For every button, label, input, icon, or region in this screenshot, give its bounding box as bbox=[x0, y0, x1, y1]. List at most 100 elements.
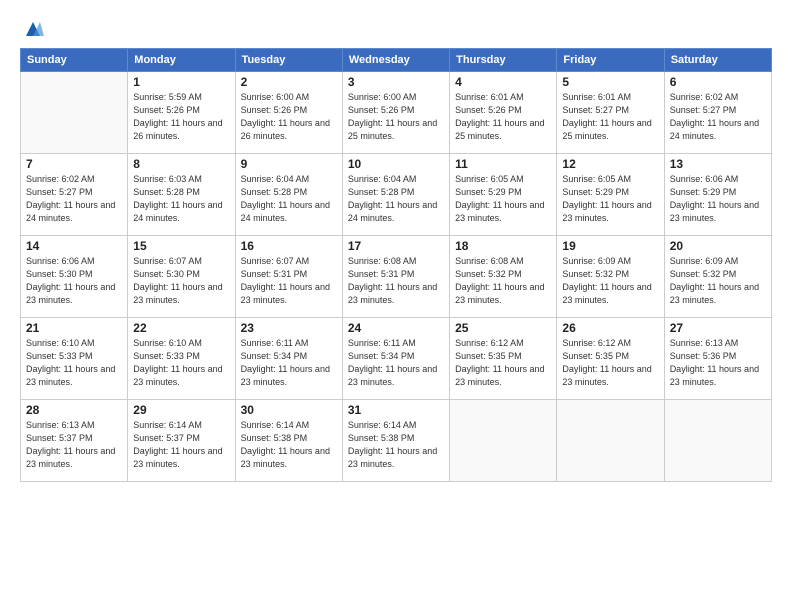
calendar-cell: 1Sunrise: 5:59 AMSunset: 5:26 PMDaylight… bbox=[128, 72, 235, 154]
day-info: Sunrise: 6:07 AMSunset: 5:30 PMDaylight:… bbox=[133, 255, 229, 307]
day-info: Sunrise: 6:11 AMSunset: 5:34 PMDaylight:… bbox=[348, 337, 444, 389]
day-info: Sunrise: 6:12 AMSunset: 5:35 PMDaylight:… bbox=[562, 337, 658, 389]
day-number: 8 bbox=[133, 157, 229, 171]
day-number: 5 bbox=[562, 75, 658, 89]
calendar-cell: 15 Sunrise: 6:07 AMSunset: 5:30 PMDayligh… bbox=[128, 236, 235, 318]
calendar-cell: 14 Sunrise: 6:06 AMSunset: 5:30 PMDayligh… bbox=[21, 236, 128, 318]
day-info: Sunrise: 6:00 AMSunset: 5:26 PMDaylight:… bbox=[241, 91, 337, 143]
header-row: SundayMondayTuesdayWednesdayThursdayFrid… bbox=[21, 49, 772, 72]
calendar-cell: 7Sunrise: 6:02 AMSunset: 5:27 PMDaylight… bbox=[21, 154, 128, 236]
day-info: Sunrise: 6:09 AMSunset: 5:32 PMDaylight:… bbox=[670, 255, 766, 307]
day-number: 29 bbox=[133, 403, 229, 417]
calendar-cell: 17 Sunrise: 6:08 AMSunset: 5:31 PMDayligh… bbox=[342, 236, 449, 318]
calendar-cell: 31 Sunrise: 6:14 AMSunset: 5:38 PMDayligh… bbox=[342, 400, 449, 482]
calendar-cell bbox=[450, 400, 557, 482]
calendar-cell: 21 Sunrise: 6:10 AMSunset: 5:33 PMDayligh… bbox=[21, 318, 128, 400]
day-number: 14 bbox=[26, 239, 122, 253]
calendar-cell: 12 Sunrise: 6:05 AMSunset: 5:29 PMDayligh… bbox=[557, 154, 664, 236]
day-info: Sunrise: 6:10 AMSunset: 5:33 PMDaylight:… bbox=[26, 337, 122, 389]
day-number: 10 bbox=[348, 157, 444, 171]
calendar-cell: 9 Sunrise: 6:04 AMSunset: 5:28 PMDaylight… bbox=[235, 154, 342, 236]
day-info: Sunrise: 6:14 AMSunset: 5:38 PMDaylight:… bbox=[241, 419, 337, 471]
day-number: 21 bbox=[26, 321, 122, 335]
calendar-cell bbox=[557, 400, 664, 482]
day-number: 9 bbox=[241, 157, 337, 171]
calendar-cell: 2 Sunrise: 6:00 AMSunset: 5:26 PMDaylight… bbox=[235, 72, 342, 154]
day-info: Sunrise: 6:03 AMSunset: 5:28 PMDaylight:… bbox=[133, 173, 229, 225]
day-info: Sunrise: 6:02 AMSunset: 5:27 PMDaylight:… bbox=[26, 173, 122, 225]
day-info: Sunrise: 6:06 AMSunset: 5:30 PMDaylight:… bbox=[26, 255, 122, 307]
day-number: 15 bbox=[133, 239, 229, 253]
calendar-cell: 30Sunrise: 6:14 AMSunset: 5:38 PMDayligh… bbox=[235, 400, 342, 482]
col-header-saturday: Saturday bbox=[664, 49, 771, 72]
day-info: Sunrise: 6:08 AMSunset: 5:31 PMDaylight:… bbox=[348, 255, 444, 307]
calendar-cell: 8 Sunrise: 6:03 AMSunset: 5:28 PMDaylight… bbox=[128, 154, 235, 236]
day-info: Sunrise: 6:06 AMSunset: 5:29 PMDaylight:… bbox=[670, 173, 766, 225]
day-number: 23 bbox=[241, 321, 337, 335]
day-info: Sunrise: 6:02 AMSunset: 5:27 PMDaylight:… bbox=[670, 91, 766, 143]
day-info: Sunrise: 6:05 AMSunset: 5:29 PMDaylight:… bbox=[455, 173, 551, 225]
day-info: Sunrise: 6:05 AMSunset: 5:29 PMDaylight:… bbox=[562, 173, 658, 225]
week-row-5: 28Sunrise: 6:13 AMSunset: 5:37 PMDayligh… bbox=[21, 400, 772, 482]
day-info: Sunrise: 6:07 AMSunset: 5:31 PMDaylight:… bbox=[241, 255, 337, 307]
day-number: 24 bbox=[348, 321, 444, 335]
calendar-cell: 13 Sunrise: 6:06 AMSunset: 5:29 PMDayligh… bbox=[664, 154, 771, 236]
calendar-cell: 10 Sunrise: 6:04 AMSunset: 5:28 PMDayligh… bbox=[342, 154, 449, 236]
calendar-cell: 5Sunrise: 6:01 AMSunset: 5:27 PMDaylight… bbox=[557, 72, 664, 154]
week-row-1: 1Sunrise: 5:59 AMSunset: 5:26 PMDaylight… bbox=[21, 72, 772, 154]
day-number: 4 bbox=[455, 75, 551, 89]
day-number: 3 bbox=[348, 75, 444, 89]
day-number: 11 bbox=[455, 157, 551, 171]
logo-icon bbox=[22, 18, 44, 40]
calendar-cell bbox=[664, 400, 771, 482]
col-header-wednesday: Wednesday bbox=[342, 49, 449, 72]
day-info: Sunrise: 6:01 AMSunset: 5:26 PMDaylight:… bbox=[455, 91, 551, 143]
calendar-cell: 27Sunrise: 6:13 AMSunset: 5:36 PMDayligh… bbox=[664, 318, 771, 400]
col-header-tuesday: Tuesday bbox=[235, 49, 342, 72]
calendar-cell bbox=[21, 72, 128, 154]
day-number: 12 bbox=[562, 157, 658, 171]
day-number: 22 bbox=[133, 321, 229, 335]
week-row-2: 7Sunrise: 6:02 AMSunset: 5:27 PMDaylight… bbox=[21, 154, 772, 236]
calendar-cell: 11 Sunrise: 6:05 AMSunset: 5:29 PMDayligh… bbox=[450, 154, 557, 236]
day-info: Sunrise: 6:04 AMSunset: 5:28 PMDaylight:… bbox=[348, 173, 444, 225]
day-info: Sunrise: 6:12 AMSunset: 5:35 PMDaylight:… bbox=[455, 337, 551, 389]
calendar-cell: 28Sunrise: 6:13 AMSunset: 5:37 PMDayligh… bbox=[21, 400, 128, 482]
day-number: 26 bbox=[562, 321, 658, 335]
col-header-sunday: Sunday bbox=[21, 49, 128, 72]
day-number: 16 bbox=[241, 239, 337, 253]
calendar-table: SundayMondayTuesdayWednesdayThursdayFrid… bbox=[20, 48, 772, 482]
day-info: Sunrise: 6:10 AMSunset: 5:33 PMDaylight:… bbox=[133, 337, 229, 389]
col-header-friday: Friday bbox=[557, 49, 664, 72]
calendar-cell: 4 Sunrise: 6:01 AMSunset: 5:26 PMDaylight… bbox=[450, 72, 557, 154]
calendar-cell: 20 Sunrise: 6:09 AMSunset: 5:32 PMDayligh… bbox=[664, 236, 771, 318]
col-header-thursday: Thursday bbox=[450, 49, 557, 72]
day-info: Sunrise: 6:04 AMSunset: 5:28 PMDaylight:… bbox=[241, 173, 337, 225]
calendar-cell: 25 Sunrise: 6:12 AMSunset: 5:35 PMDayligh… bbox=[450, 318, 557, 400]
day-info: Sunrise: 6:08 AMSunset: 5:32 PMDaylight:… bbox=[455, 255, 551, 307]
calendar-cell: 24 Sunrise: 6:11 AMSunset: 5:34 PMDayligh… bbox=[342, 318, 449, 400]
calendar-cell: 29 Sunrise: 6:14 AMSunset: 5:37 PMDayligh… bbox=[128, 400, 235, 482]
col-header-monday: Monday bbox=[128, 49, 235, 72]
calendar-cell: 23 Sunrise: 6:11 AMSunset: 5:34 PMDayligh… bbox=[235, 318, 342, 400]
day-number: 31 bbox=[348, 403, 444, 417]
day-number: 25 bbox=[455, 321, 551, 335]
day-number: 27 bbox=[670, 321, 766, 335]
calendar-cell: 26 Sunrise: 6:12 AMSunset: 5:35 PMDayligh… bbox=[557, 318, 664, 400]
day-info: Sunrise: 6:09 AMSunset: 5:32 PMDaylight:… bbox=[562, 255, 658, 307]
day-number: 13 bbox=[670, 157, 766, 171]
day-info: Sunrise: 6:00 AMSunset: 5:26 PMDaylight:… bbox=[348, 91, 444, 143]
calendar-cell: 19Sunrise: 6:09 AMSunset: 5:32 PMDayligh… bbox=[557, 236, 664, 318]
header bbox=[20, 18, 772, 40]
day-info: Sunrise: 6:11 AMSunset: 5:34 PMDaylight:… bbox=[241, 337, 337, 389]
calendar-cell: 3 Sunrise: 6:00 AMSunset: 5:26 PMDaylight… bbox=[342, 72, 449, 154]
day-number: 6 bbox=[670, 75, 766, 89]
day-number: 18 bbox=[455, 239, 551, 253]
day-number: 17 bbox=[348, 239, 444, 253]
day-number: 20 bbox=[670, 239, 766, 253]
day-info: Sunrise: 6:14 AMSunset: 5:38 PMDaylight:… bbox=[348, 419, 444, 471]
day-number: 2 bbox=[241, 75, 337, 89]
calendar-cell: 16 Sunrise: 6:07 AMSunset: 5:31 PMDayligh… bbox=[235, 236, 342, 318]
day-number: 1 bbox=[133, 75, 229, 89]
day-info: Sunrise: 6:14 AMSunset: 5:37 PMDaylight:… bbox=[133, 419, 229, 471]
